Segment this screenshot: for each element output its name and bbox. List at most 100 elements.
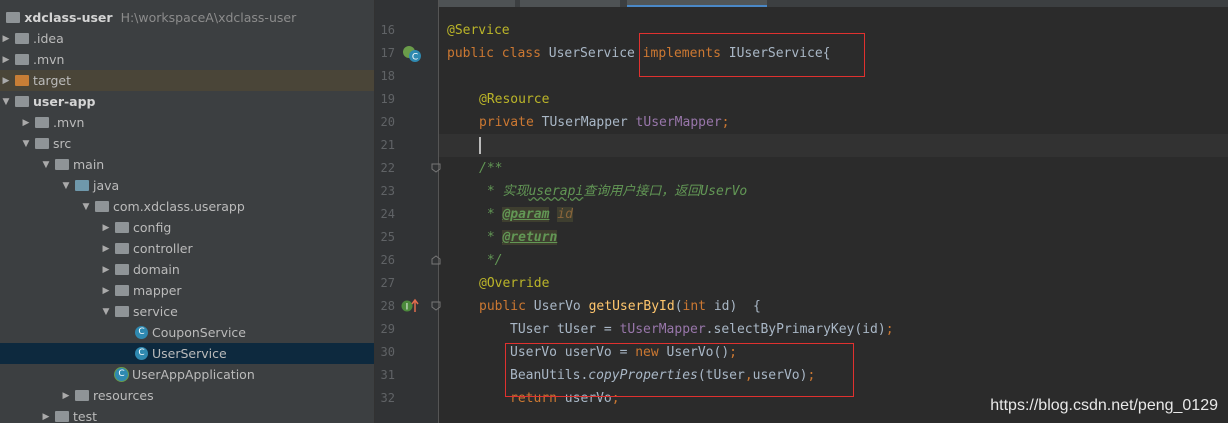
chevron-right-icon[interactable]: ▶ [100, 281, 112, 302]
tree-item-target[interactable]: ▶ target [0, 70, 374, 91]
tree-item-label: .mvn [53, 115, 85, 130]
keyword: int [682, 299, 714, 314]
tree-item-label: src [53, 136, 72, 151]
chevron-right-icon[interactable]: ▶ [100, 260, 112, 281]
excluded-folder-icon [15, 75, 29, 86]
editor-tab-active[interactable] [627, 0, 767, 7]
spring-bean-icon[interactable]: C [402, 45, 424, 63]
tree-item-label: controller [133, 241, 193, 256]
folder-icon [55, 159, 69, 170]
tree-item-java[interactable]: ▼ java [0, 175, 374, 197]
tree-item-user-app-application[interactable]: C UserAppApplication [0, 364, 374, 385]
class-name: UserService [548, 46, 643, 61]
tree-item-resources[interactable]: ▶ resources [0, 385, 374, 407]
chevron-right-icon[interactable]: ▶ [60, 386, 72, 407]
folder-icon [35, 117, 49, 128]
chevron-right-icon[interactable]: ▶ [100, 218, 112, 239]
code-line-16[interactable]: @Service [447, 19, 510, 42]
fold-marker-icon[interactable] [431, 163, 441, 173]
chevron-right-icon[interactable]: ▶ [40, 407, 52, 423]
keyword: public class [447, 46, 549, 61]
code-line-19[interactable]: @Resource [479, 88, 549, 111]
doc-comment: * [479, 230, 503, 245]
chevron-down-icon[interactable]: ▼ [20, 134, 32, 155]
chevron-right-icon[interactable]: ▶ [0, 50, 12, 71]
package-icon [115, 222, 129, 233]
doc-tag: @return [502, 230, 558, 245]
tree-item-service[interactable]: ▼ service [0, 301, 374, 323]
code-line-26[interactable]: */ [479, 249, 503, 272]
paren: ( [674, 299, 683, 314]
watermark: https://blog.csdn.net/peng_0129 [990, 397, 1218, 414]
folder-icon [15, 33, 29, 44]
code-editor[interactable]: 16 17 18 19 20 21 22 23 24 25 26 27 28 2… [375, 0, 1228, 423]
doc-comment-ref: UserVo [700, 184, 748, 199]
tree-item-label: .idea [33, 31, 64, 46]
code-line-21[interactable] [479, 134, 481, 157]
tree-item-label: CouponService [152, 325, 247, 340]
code-text: TUser tUser = [510, 322, 620, 337]
spring-boot-class-icon: C [115, 368, 128, 381]
resources-folder-icon [75, 390, 89, 401]
chevron-down-icon[interactable]: ▼ [0, 92, 12, 113]
doc-comment: * [479, 207, 503, 222]
doc-comment: /** [479, 161, 503, 176]
code-line-25[interactable]: * @return [479, 226, 558, 249]
tree-item-config[interactable]: ▶ config [0, 217, 374, 239]
annotation: @Service [447, 23, 510, 38]
line-number: 26 [380, 253, 395, 267]
line-number: 21 [380, 138, 395, 152]
semicolon: ; [885, 322, 894, 337]
tree-item-label: test [73, 409, 98, 423]
tree-item-domain[interactable]: ▶ domain [0, 259, 374, 281]
fold-marker-icon[interactable] [431, 255, 441, 265]
line-number: 30 [380, 345, 395, 359]
chevron-down-icon[interactable]: ▼ [80, 197, 92, 218]
chevron-down-icon[interactable]: ▼ [40, 155, 52, 176]
tree-item-user-service[interactable]: C UserService [0, 343, 374, 364]
code-line-28[interactable]: public UserVo getUserById(int id) { [479, 295, 761, 318]
chevron-right-icon[interactable]: ▶ [100, 239, 112, 260]
tree-item-test[interactable]: ▶ test [0, 406, 374, 423]
package-icon [115, 264, 129, 275]
chevron-right-icon[interactable]: ▶ [0, 29, 12, 50]
tree-root[interactable]: xdclass-user H:\workspaceA\xdclass-user [0, 7, 374, 28]
editor-tab[interactable] [520, 0, 620, 7]
tree-item-label: resources [93, 388, 154, 403]
chevron-down-icon[interactable]: ▼ [100, 302, 112, 323]
code-line-27[interactable]: @Override [479, 272, 549, 295]
line-number: 32 [380, 391, 395, 405]
tree-item-package-userapp[interactable]: ▼ com.xdclass.userapp [0, 196, 374, 218]
code-line-20[interactable]: private TUserMapper tUserMapper; [479, 111, 729, 134]
tree-item-label: main [73, 157, 105, 172]
tree-item-main[interactable]: ▼ main [0, 154, 374, 176]
tree-item-mapper[interactable]: ▶ mapper [0, 280, 374, 302]
line-number: 23 [380, 184, 395, 198]
chevron-right-icon[interactable]: ▶ [20, 113, 32, 134]
code-line-23[interactable]: * 实现userapi查询用户接口，返回UserVo [479, 180, 747, 203]
folder-icon [55, 411, 69, 422]
module-folder-icon [6, 12, 21, 23]
code-line-24[interactable]: * @param id [479, 203, 573, 226]
folder-icon [15, 54, 29, 65]
doc-comment: 查询用户接口，返回 [583, 184, 701, 199]
code-text: .selectByPrimaryKey(id) [705, 322, 886, 337]
package-icon [115, 243, 129, 254]
field-name: tUserMapper [619, 322, 706, 337]
tree-item-src[interactable]: ▼ src [0, 133, 374, 155]
tree-item-controller[interactable]: ▶ controller [0, 238, 374, 260]
package-icon [95, 201, 109, 212]
code-line-29[interactable]: TUser tUser = tUserMapper.selectByPrimar… [510, 318, 894, 341]
tree-item-user-app[interactable]: ▼ user-app [0, 91, 374, 112]
tree-item-mvn-2[interactable]: ▶ .mvn [0, 112, 374, 134]
tree-item-idea[interactable]: ▶ .idea [0, 28, 374, 49]
chevron-right-icon[interactable]: ▶ [0, 71, 12, 92]
tree-item-label: config [133, 220, 172, 235]
fold-marker-icon[interactable] [431, 301, 441, 311]
implements-method-icon[interactable]: I [401, 298, 423, 314]
tree-item-mvn[interactable]: ▶ .mvn [0, 49, 374, 70]
doc-param-name: id [557, 207, 573, 222]
code-line-22[interactable]: /** [479, 157, 502, 180]
chevron-down-icon[interactable]: ▼ [60, 176, 72, 197]
tree-item-coupon-service[interactable]: C CouponService [0, 322, 374, 343]
